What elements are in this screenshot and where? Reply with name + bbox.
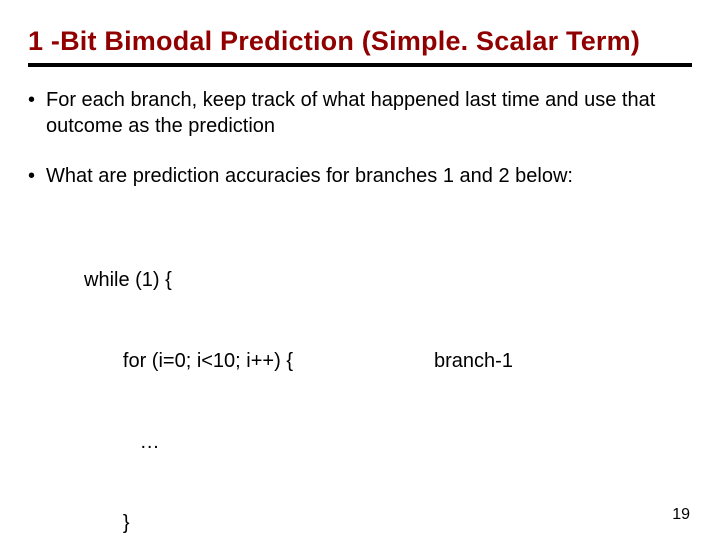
bullet-2: • What are prediction accuracies for bra… [28,163,692,189]
code-line: while (1) { [84,267,434,294]
page-number: 19 [672,506,690,524]
bullet-1-text: For each branch, keep track of what happ… [46,87,692,139]
bullet-1: • For each branch, keep track of what ha… [28,87,692,139]
bullet-dot-icon: • [28,163,46,189]
branch-label-1: branch-1 [434,348,513,375]
code-line: for (i=0; i<10; i++) { [84,348,434,375]
slide: 1 -Bit Bimodal Prediction (Simple. Scala… [0,0,720,540]
bullet-dot-icon: • [28,87,46,113]
slide-title: 1 -Bit Bimodal Prediction (Simple. Scala… [28,26,692,57]
code-block: while (1) { for (i=0; i<10; i++) { branc… [84,213,692,540]
code-line: } [84,510,434,537]
code-line: … [84,429,434,456]
bullet-list: • For each branch, keep track of what ha… [28,87,692,540]
title-rule [28,63,692,67]
bullet-2-text: What are prediction accuracies for branc… [46,163,692,189]
